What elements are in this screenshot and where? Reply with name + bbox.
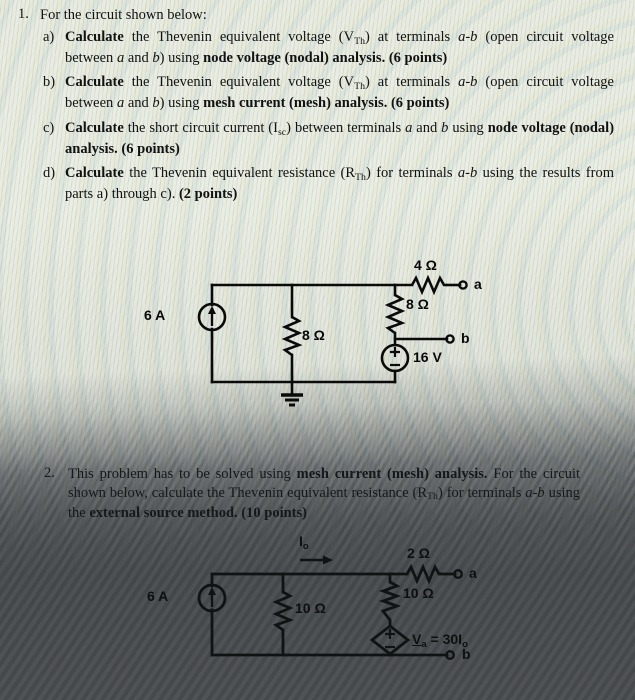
label-dependent-source-value: Va = 30Io <box>412 631 468 650</box>
terminal-node-a-2 <box>453 569 464 580</box>
label-voltage-source-16v: 16 V <box>413 349 442 365</box>
part-b-marker: b) <box>43 74 56 90</box>
label-terminal-a-2: a <box>469 565 477 581</box>
part-a-text: Calculate the Thevenin equivalent voltag… <box>65 29 614 66</box>
scanned-page: 1. For the circuit shown below: a) Calcu… <box>0 0 635 700</box>
ground-symbol <box>281 393 303 407</box>
terminal-node-a <box>458 280 468 290</box>
current-source-6a-symbol-2 <box>197 583 227 613</box>
question-2-text: This problem has to be solved using mesh… <box>68 466 581 521</box>
circuit-diagram-1: 6 A 8 Ω 8 Ω 4 Ω 16 V a b <box>144 255 510 407</box>
resistor-2ohm-symbol <box>405 563 442 585</box>
circuit-diagram-2: 6 A Io 10 Ω 10 Ω 2 Ω Va = 30Io a b <box>147 530 515 670</box>
terminal-node-b <box>445 334 455 344</box>
question-1-part-d: d) Calculate the Thevenin equivalent res… <box>43 164 614 203</box>
part-d-text: Calculate the Thevenin equivalent resist… <box>65 165 614 202</box>
part-d-marker: d) <box>43 165 56 181</box>
label-terminal-b: b <box>461 330 470 346</box>
label-terminal-a: a <box>474 276 482 292</box>
question-1-part-b: b) Calculate the Thevenin equivalent vol… <box>43 73 614 112</box>
dependent-voltage-source-symbol <box>369 624 411 656</box>
resistor-10ohm-branch-symbol <box>378 580 402 621</box>
part-c-text: Calculate the short circuit current (Isc… <box>65 120 615 157</box>
label-current-source-6a: 6 A <box>144 307 166 323</box>
label-resistor-10ohm-shunt: 10 Ω <box>295 600 326 616</box>
question-1-part-a: a) Calculate the Thevenin equivalent vol… <box>43 28 614 67</box>
label-resistor-8ohm-branch: 8 Ω <box>406 296 429 312</box>
current-source-6a-symbol <box>197 302 227 332</box>
label-current-source-6a-2: 6 A <box>147 588 169 604</box>
resistor-10ohm-shunt-symbol <box>272 590 294 632</box>
label-resistor-4ohm: 4 Ω <box>414 257 437 273</box>
label-current-io: Io <box>299 533 309 552</box>
label-resistor-10ohm-branch: 10 Ω <box>403 585 434 601</box>
part-b-text: Calculate the Thevenin equivalent voltag… <box>65 74 614 111</box>
resistor-4ohm-symbol <box>410 274 447 296</box>
voltage-source-16v-symbol <box>380 343 410 373</box>
resistor-8ohm-branch-symbol <box>384 293 406 335</box>
question-1-stem: For the circuit shown below: <box>40 7 207 23</box>
question-2-number: 2. <box>44 465 55 481</box>
label-resistor-8ohm-shunt: 8 Ω <box>302 327 325 343</box>
part-c-marker: c) <box>43 120 55 136</box>
question-1-part-c: c) Calculate the short circuit current (… <box>43 119 614 158</box>
current-direction-arrow-io <box>300 555 333 565</box>
question-1-number: 1. <box>18 6 29 22</box>
terminal-node-b-2 <box>445 649 456 660</box>
resistor-8ohm-shunt-symbol <box>281 315 303 357</box>
label-resistor-2ohm: 2 Ω <box>407 545 430 561</box>
label-terminal-b-2: b <box>462 646 471 662</box>
part-a-marker: a) <box>43 29 55 45</box>
